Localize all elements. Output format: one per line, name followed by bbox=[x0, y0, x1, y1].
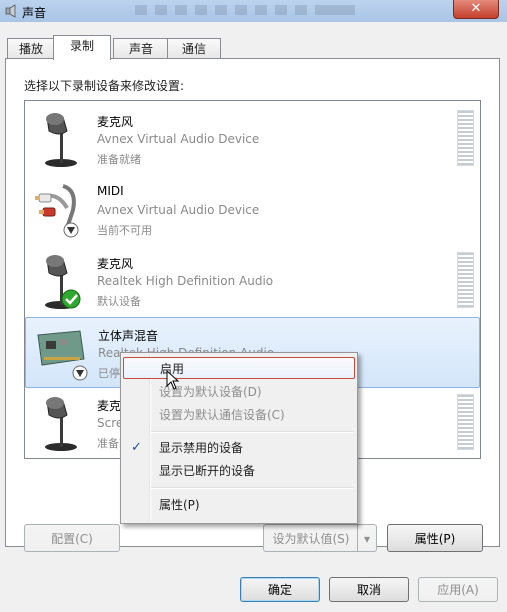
button-label: 确定 bbox=[267, 583, 292, 597]
checkmark-icon: ✓ bbox=[131, 440, 142, 455]
chevron-down-icon[interactable]: ▾ bbox=[357, 525, 376, 551]
button-label: 配置(C) bbox=[51, 532, 93, 546]
menu-item-label: 显示禁用的设备 bbox=[159, 441, 244, 455]
device-item-microphone-realtek[interactable]: 麦克风 Realtek High Definition Audio 默认设备 bbox=[25, 246, 480, 317]
default-check-badge bbox=[61, 289, 81, 309]
device-description: Realtek High Definition Audio bbox=[97, 274, 274, 288]
menu-item-properties[interactable]: 属性(P) bbox=[123, 494, 355, 516]
level-meter bbox=[457, 110, 474, 166]
level-meter bbox=[457, 394, 474, 450]
menu-separator bbox=[151, 431, 353, 433]
instruction-text: 选择以下录制设备来修改设置: bbox=[24, 79, 185, 93]
menu-separator bbox=[151, 487, 353, 489]
device-description: Avnex Virtual Audio Device bbox=[97, 132, 260, 146]
menu-item-label: 显示已断开的设备 bbox=[159, 464, 256, 478]
cancel-button[interactable]: 取消 bbox=[329, 577, 409, 602]
down-arrow-badge bbox=[72, 365, 88, 381]
down-arrow-badge bbox=[63, 222, 79, 238]
menu-item-label: 设置为默认通信设备(C) bbox=[159, 408, 285, 422]
tab-recording[interactable]: 录制 bbox=[53, 35, 111, 60]
menu-item-label: 属性(P) bbox=[159, 498, 200, 512]
title-bar: 声音 ✕ bbox=[0, 0, 507, 22]
device-name: MIDI bbox=[97, 184, 124, 198]
tab-label: 声音 bbox=[128, 42, 153, 56]
level-meter bbox=[457, 252, 474, 308]
menu-item-show-disconnected[interactable]: 显示已断开的设备 bbox=[123, 460, 355, 482]
menu-item-show-disabled[interactable]: ✓ 显示禁用的设备 bbox=[123, 437, 355, 459]
button-label: 应用(A) bbox=[437, 583, 479, 597]
device-name: 立体声混音 bbox=[98, 329, 159, 343]
device-name: 麦克风 bbox=[97, 257, 134, 271]
tab-sounds[interactable]: 声音 bbox=[113, 38, 169, 59]
tab-playback[interactable]: 播放 bbox=[7, 38, 55, 59]
device-item-midi[interactable]: MIDI Avnex Virtual Audio Device 当前不可用 bbox=[25, 175, 480, 246]
device-status: 准备就绪 bbox=[97, 153, 141, 166]
background-window-icon bbox=[135, 5, 355, 15]
set-default-button[interactable]: 设为默认值(S) ▾ bbox=[263, 524, 377, 552]
properties-button[interactable]: 属性(P) bbox=[387, 524, 483, 552]
close-button[interactable]: ✕ bbox=[453, 0, 499, 19]
device-status: 当前不可用 bbox=[97, 224, 152, 237]
button-label: 属性(P) bbox=[414, 532, 456, 546]
sound-card-icon bbox=[37, 330, 88, 381]
microphone-icon bbox=[45, 255, 81, 309]
ok-button[interactable]: 确定 bbox=[240, 577, 320, 602]
window-title: 声音 bbox=[22, 6, 47, 20]
tab-label: 通信 bbox=[181, 42, 206, 56]
tab-label: 录制 bbox=[69, 39, 94, 53]
microphone-icon bbox=[45, 113, 77, 167]
apply-button[interactable]: 应用(A) bbox=[418, 577, 498, 602]
device-status: 默认设备 bbox=[97, 295, 141, 308]
device-name: 麦克风 bbox=[97, 115, 134, 129]
device-description: Avnex Virtual Audio Device bbox=[97, 203, 260, 217]
close-icon: ✕ bbox=[470, 1, 482, 16]
button-label: 设为默认值(S) bbox=[272, 532, 350, 546]
cursor-icon bbox=[166, 370, 180, 390]
menu-item-enable[interactable]: 启用 bbox=[123, 357, 355, 379]
microphone-icon bbox=[45, 397, 77, 451]
button-label: 取消 bbox=[356, 583, 381, 597]
audio-jack-icon bbox=[35, 184, 79, 238]
menu-item-set-default[interactable]: 设置为默认设备(D) bbox=[123, 381, 355, 403]
device-item-microphone-avnex[interactable]: 麦克风 Avnex Virtual Audio Device 准备就绪 bbox=[25, 104, 480, 175]
speaker-icon bbox=[5, 4, 16, 18]
tab-label: 播放 bbox=[18, 42, 43, 56]
context-menu: 启用 设置为默认设备(D) 设置为默认通信设备(C) ✓ 显示禁用的设备 显示已… bbox=[120, 352, 358, 524]
tab-communications[interactable]: 通信 bbox=[167, 38, 221, 59]
menu-item-set-default-communication[interactable]: 设置为默认通信设备(C) bbox=[123, 404, 355, 426]
configure-button[interactable]: 配置(C) bbox=[24, 524, 120, 552]
